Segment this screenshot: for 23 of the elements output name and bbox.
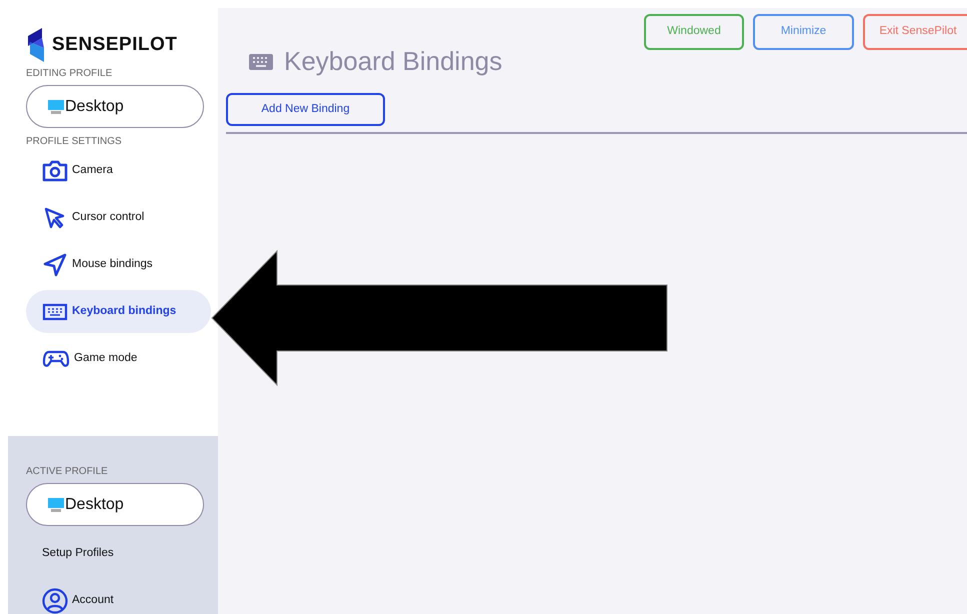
sidebar-item[interactable]: Account (26, 579, 211, 614)
logo-icon (26, 28, 46, 62)
sidebar-item[interactable]: Camera (26, 149, 211, 192)
profile-selector[interactable]: Desktop (26, 85, 204, 128)
section-label: EDITING PROFILE (26, 67, 114, 81)
sidebar-item[interactable]: Mouse bindings (26, 243, 211, 286)
keyboard-icon (248, 52, 274, 72)
sidebar-item[interactable]: Cursor control (26, 196, 211, 239)
monitor-icon (47, 98, 65, 114)
keyboard-icon (42, 302, 68, 322)
sidebar-item[interactable]: Keyboard bindings (26, 290, 211, 333)
page-title: Keyboard Bindings (284, 45, 502, 78)
sidebar-item[interactable]: Game mode (26, 337, 211, 380)
section-label: ACTIVE PROFILE (26, 465, 109, 479)
profile-selector[interactable]: Desktop (26, 483, 204, 526)
monitor-icon (47, 496, 65, 512)
sidebar-item[interactable]: Setup Profiles (26, 532, 211, 575)
navigation-arrow-icon (42, 252, 68, 276)
section-label: PROFILE SETTINGS (26, 135, 123, 149)
brand-name: SENSEPILOT (52, 32, 178, 57)
camera-icon (42, 160, 68, 182)
person-icon (42, 588, 68, 614)
add-binding-button[interactable]: Add New Binding (226, 93, 385, 126)
